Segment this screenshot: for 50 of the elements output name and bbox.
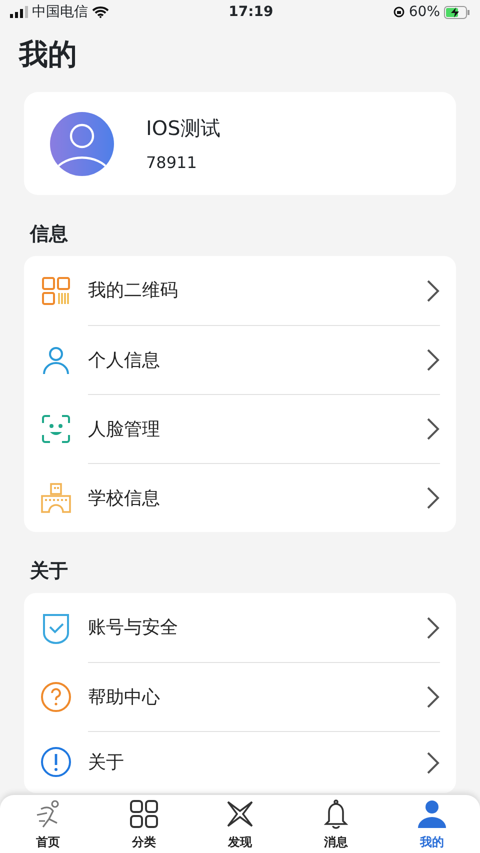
user-name: IOS测试 [146, 114, 220, 142]
item-label: 账号与安全 [88, 616, 179, 640]
tab-button[interactable]: 发现 [192, 795, 288, 853]
battery-icon [444, 6, 470, 18]
building-icon [40, 482, 72, 514]
wifi-icon [92, 6, 109, 18]
list-item[interactable]: 个人信息 [24, 325, 456, 394]
chevron-right-icon [426, 348, 440, 372]
list-item[interactable]: 人脸管理 [24, 394, 456, 463]
qr-code-icon [40, 274, 72, 306]
chevron-right-icon [426, 685, 440, 709]
list-item[interactable]: 账号与安全 [24, 593, 456, 662]
tab-button[interactable]: 我的 [384, 795, 480, 853]
section-heading: 信息 [30, 222, 69, 247]
grid-icon [129, 799, 159, 829]
carrier-name: 中国电信 [32, 2, 88, 22]
signal-icon [10, 6, 28, 18]
page-title: 我的 [19, 36, 78, 73]
item-label: 个人信息 [88, 348, 161, 372]
item-label: 关于 [88, 751, 125, 775]
chevron-right-icon [426, 486, 440, 510]
rotation-lock-icon [392, 6, 405, 18]
list-item[interactable]: 学校信息 [24, 463, 456, 532]
list-item[interactable]: 我的二维码 [24, 256, 456, 325]
chevron-right-icon [426, 278, 440, 302]
item-label: 学校信息 [88, 486, 161, 510]
battery-percentage: 60% [408, 2, 440, 22]
info-icon [40, 746, 72, 778]
user-id: 78911 [146, 152, 198, 174]
person-icon [417, 799, 447, 829]
item-label: 人脸管理 [88, 418, 161, 442]
status-time: 17:19 [228, 2, 274, 22]
chevron-right-icon [426, 616, 440, 640]
section-heading: 关于 [30, 559, 69, 584]
shield-check-icon [40, 612, 72, 644]
pinwheel-icon [225, 799, 255, 829]
list-item[interactable]: 关于 [24, 731, 456, 793]
profile-card[interactable]: IOS测试 78911 [24, 92, 456, 195]
tab-button[interactable]: 消息 [288, 795, 384, 853]
tab-button[interactable]: 首页 [0, 795, 96, 853]
chevron-right-icon [426, 750, 440, 774]
chevron-right-icon [426, 417, 440, 441]
tab-button[interactable]: 分类 [96, 795, 192, 853]
face-scan-icon [40, 412, 72, 444]
item-label: 帮助中心 [88, 686, 161, 710]
bell-icon [321, 799, 351, 829]
item-label: 我的二维码 [88, 279, 179, 303]
help-icon [40, 680, 72, 712]
avatar-icon [50, 112, 114, 176]
list-item[interactable]: 帮助中心 [24, 662, 456, 731]
